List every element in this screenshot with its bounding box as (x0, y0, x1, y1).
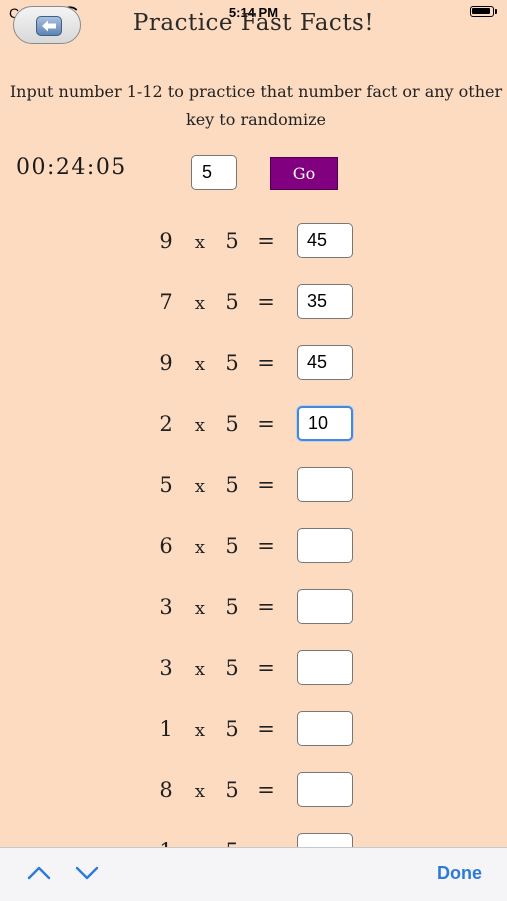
multiply-sign: x (194, 781, 206, 802)
factor-b: 5 (225, 534, 239, 558)
factor-a: 9 (159, 229, 173, 253)
equals-sign: = (257, 595, 275, 619)
answer-input[interactable] (297, 650, 353, 685)
problem-row: 7 x 5 = (0, 284, 507, 324)
chevron-up-icon[interactable] (26, 862, 52, 884)
equals-sign: = (257, 229, 275, 253)
done-button[interactable]: Done (437, 863, 482, 884)
factor-b: 5 (225, 351, 239, 375)
multiply-sign: x (194, 415, 206, 436)
factor-a: 3 (159, 595, 173, 619)
factor-a: 8 (159, 778, 173, 802)
multiply-sign: x (194, 537, 206, 558)
answer-input[interactable] (297, 711, 353, 746)
problem-row: 9 x 5 = (0, 345, 507, 385)
problem-row: 5 x 5 = (0, 467, 507, 507)
problem-row: 3 x 5 = (0, 650, 507, 690)
multiply-sign: x (194, 659, 206, 680)
answer-input[interactable] (297, 345, 353, 380)
multiply-sign: x (194, 293, 206, 314)
equals-sign: = (257, 412, 275, 436)
factor-b: 5 (225, 290, 239, 314)
problem-row: 3 x 5 = (0, 589, 507, 629)
chevron-down-icon[interactable] (74, 862, 100, 884)
timer-display: 00:24:05 (16, 155, 127, 180)
keyboard-toolbar: Done (0, 847, 507, 901)
multiply-sign: x (194, 232, 206, 253)
equals-sign: = (257, 534, 275, 558)
page-title: Practice Fast Facts! (132, 10, 375, 36)
instructions-text: Input number 1-12 to practice that numbe… (9, 82, 503, 129)
problem-row: 8 x 5 = (0, 772, 507, 812)
problem-row: 9 x 5 = (0, 223, 507, 263)
factor-b: 5 (225, 717, 239, 741)
answer-input[interactable] (297, 284, 353, 319)
answer-input-focused[interactable] (297, 406, 353, 441)
equals-sign: = (257, 473, 275, 497)
factor-b: 5 (225, 473, 239, 497)
answer-input[interactable] (297, 589, 353, 624)
go-button[interactable]: Go (270, 157, 338, 190)
equals-sign: = (257, 290, 275, 314)
multiply-sign: x (194, 598, 206, 619)
equals-sign: = (257, 717, 275, 741)
factor-a: 1 (159, 717, 173, 741)
answer-input[interactable] (297, 467, 353, 502)
factor-b: 5 (225, 595, 239, 619)
factor-b: 5 (225, 656, 239, 680)
factor-b: 5 (225, 778, 239, 802)
equals-sign: = (257, 656, 275, 680)
answer-input[interactable] (297, 223, 353, 258)
factor-a: 3 (159, 656, 173, 680)
factor-a: 7 (159, 290, 173, 314)
multiply-sign: x (194, 476, 206, 497)
factor-a: 2 (159, 412, 173, 436)
answer-input[interactable] (297, 528, 353, 563)
factor-b: 5 (225, 229, 239, 253)
problem-row: 6 x 5 = (0, 528, 507, 568)
factor-a: 9 (159, 351, 173, 375)
number-input[interactable] (191, 155, 237, 190)
multiply-sign: x (194, 720, 206, 741)
equals-sign: = (257, 351, 275, 375)
problem-row: 1 x 5 = (0, 711, 507, 751)
multiply-sign: x (194, 354, 206, 375)
factor-b: 5 (225, 412, 239, 436)
factor-a: 6 (159, 534, 173, 558)
factor-a: 5 (159, 473, 173, 497)
equals-sign: = (257, 778, 275, 802)
answer-input[interactable] (297, 772, 353, 807)
problem-row: 2 x 5 = (0, 406, 507, 446)
